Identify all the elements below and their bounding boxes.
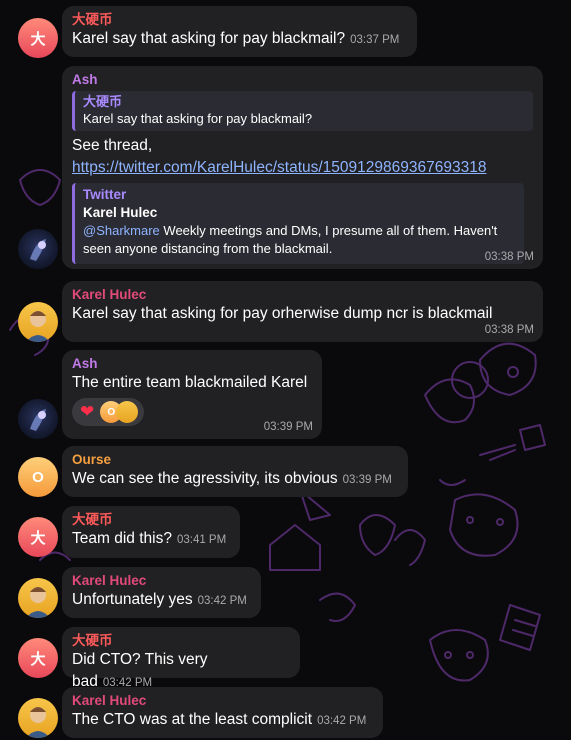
message-text: Team did this? xyxy=(72,530,172,547)
sender-name[interactable]: Ourse xyxy=(72,451,398,468)
sender-name[interactable]: 大硬币 xyxy=(72,632,290,649)
message-time: 03:37 PM xyxy=(350,34,400,46)
message-time: 03:41 PM xyxy=(176,534,227,546)
avatar[interactable]: O xyxy=(18,457,58,497)
message-time: 03:39 PM xyxy=(342,474,392,486)
message-text: We can see the agressivity, its obvious xyxy=(72,470,338,487)
sender-name[interactable]: 大硬币 xyxy=(72,511,230,528)
sender-name[interactable]: Ash xyxy=(72,71,533,88)
reply-text: Karel say that asking for pay blackmail? xyxy=(83,111,313,126)
message-time: 03:39 PM xyxy=(263,421,313,433)
mention[interactable]: @Sharkmare xyxy=(83,223,160,238)
avatar-initial: 大 xyxy=(30,528,46,547)
avatar[interactable] xyxy=(18,698,58,738)
sender-name[interactable]: Karel Hulec xyxy=(72,692,373,709)
avatar[interactable]: 大 xyxy=(18,638,58,678)
avatar[interactable] xyxy=(18,302,58,342)
sender-name[interactable]: Karel Hulec xyxy=(72,286,533,303)
reply-sender: 大硬币 xyxy=(83,94,123,109)
message-bubble[interactable]: Ourse We can see the agressivity, its ob… xyxy=(62,446,408,497)
preview-title: Karel Hulec xyxy=(83,205,158,220)
chat-history: 大 大硬币 Karel say that asking for pay blac… xyxy=(0,0,571,740)
reactor-avatar xyxy=(116,401,139,423)
message-bubble[interactable]: Ash 大硬币 Karel say that asking for pay bl… xyxy=(62,66,543,269)
sender-name[interactable]: Karel Hulec xyxy=(72,572,251,589)
sender-name[interactable]: Ash xyxy=(72,355,312,372)
message-bubble[interactable]: Ash The entire team blackmailed Karel ❤ … xyxy=(62,350,322,439)
avatar[interactable] xyxy=(18,399,58,439)
message-text: Unfortunately yes xyxy=(72,591,193,608)
reply-quote[interactable]: 大硬币 Karel say that asking for pay blackm… xyxy=(72,91,533,131)
avatar[interactable]: 大 xyxy=(18,517,58,557)
message-bubble[interactable]: 大硬币 Karel say that asking for pay blackm… xyxy=(62,6,417,57)
preview-site: Twitter xyxy=(83,187,127,202)
message-text: The entire team blackmailed Karel xyxy=(72,374,308,391)
avatar[interactable]: 大 xyxy=(18,18,58,58)
reaction-chip[interactable]: ❤ O xyxy=(72,398,145,426)
avatar-initial: O xyxy=(32,468,44,486)
link-preview[interactable]: Twitter Karel Hulec @Sharkmare Weekly me… xyxy=(72,183,524,264)
sender-name[interactable]: 大硬币 xyxy=(72,11,407,28)
message-text: The CTO was at the least complicit xyxy=(72,711,313,728)
message-bubble[interactable]: 大硬币 Did CTO? This very bad 03:42 PM xyxy=(62,627,300,690)
avatar-initial: 大 xyxy=(30,29,46,48)
avatar[interactable] xyxy=(18,578,58,618)
message-time: 03:38 PM xyxy=(484,251,534,263)
message-time: 03:42 PM xyxy=(197,595,247,607)
message-bubble[interactable]: 大硬币 Team did this? 03:41 PM xyxy=(62,506,240,558)
message-bubble[interactable]: Karel Hulec Unfortunately yes 03:42 PM xyxy=(62,567,261,618)
message-time: 03:42 PM xyxy=(317,715,367,727)
message-text: See thread, xyxy=(72,137,153,154)
message-time: 03:38 PM xyxy=(484,324,534,336)
message-link[interactable]: https://twitter.com/KarelHulec/status/15… xyxy=(72,159,486,176)
message-bubble[interactable]: Karel Hulec The CTO was at the least com… xyxy=(62,687,383,738)
heart-icon: ❤ xyxy=(80,402,95,422)
avatar-initial: 大 xyxy=(30,649,46,668)
message-text: Karel say that asking for pay orherwise … xyxy=(72,305,493,322)
message-bubble[interactable]: Karel Hulec Karel say that asking for pa… xyxy=(62,281,543,342)
message-text: Karel say that asking for pay blackmail? xyxy=(72,30,346,47)
avatar[interactable] xyxy=(18,229,58,269)
